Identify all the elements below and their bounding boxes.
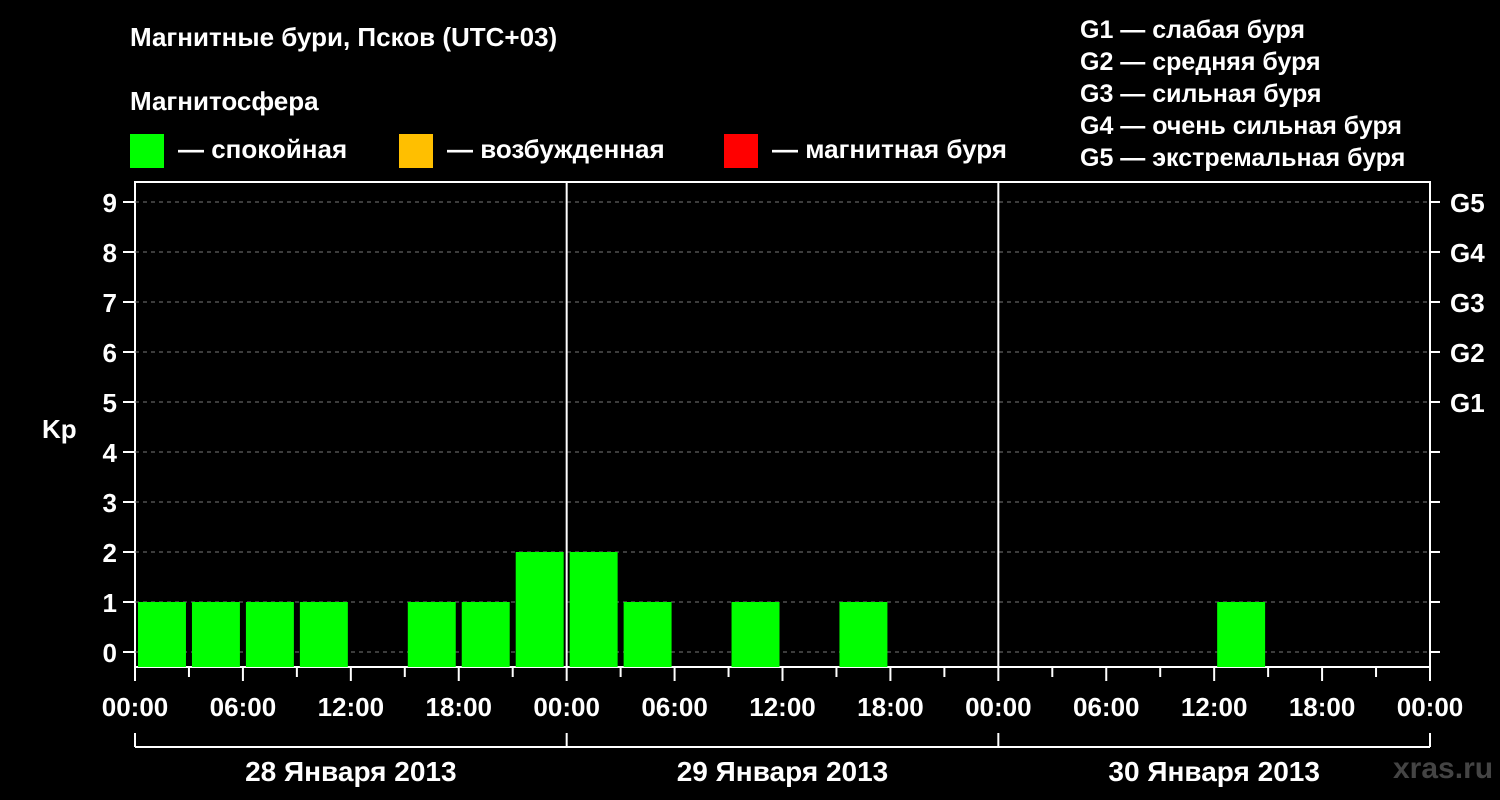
day-label: 28 Января 2013 (245, 756, 457, 787)
g-tick-label: G1 (1450, 388, 1485, 418)
kp-bar (515, 552, 564, 667)
x-tick-label: 18:00 (1289, 692, 1356, 722)
kp-bar (731, 602, 780, 667)
y-axis-label: Kp (42, 414, 77, 444)
y-tick-label: 4 (103, 438, 118, 468)
kp-bar (839, 602, 888, 667)
kp-bar (569, 552, 618, 667)
y-tick-label: 7 (103, 288, 117, 318)
kp-bar (1217, 602, 1266, 667)
plot-frame (134, 181, 1431, 668)
kp-bar (191, 602, 240, 667)
x-tick-label: 00:00 (1397, 692, 1464, 722)
y-tick-label: 5 (103, 388, 117, 418)
y-tick-label: 3 (103, 488, 117, 518)
y-tick-label: 0 (103, 638, 117, 668)
g-tick-label: G2 (1450, 338, 1485, 368)
day-label: 29 Января 2013 (677, 756, 889, 787)
x-tick-label: 00:00 (965, 692, 1032, 722)
x-tick-label: 12:00 (749, 692, 816, 722)
kp-bar (245, 602, 294, 667)
g-tick-label: G5 (1450, 188, 1485, 218)
kp-bar (407, 602, 456, 667)
kp-bar (461, 602, 510, 667)
x-tick-label: 18:00 (857, 692, 924, 722)
kp-bar (138, 602, 186, 667)
x-tick-label: 06:00 (210, 692, 277, 722)
kp-bar (299, 602, 348, 667)
x-tick-label: 12:00 (318, 692, 385, 722)
kp-bar (623, 602, 672, 667)
kp-chart: 0 1 2 3 4 5 6 7 8 9 G1 G2 G3 G4 G5 Kp 00:00 06:00 12:00 18:… (42, 181, 1485, 787)
y-tick-label: 9 (103, 188, 117, 218)
y-tick-label: 6 (103, 338, 117, 368)
y-tick-label: 1 (103, 588, 117, 618)
x-tick-label: 00:00 (533, 692, 600, 722)
x-tick-label: 12:00 (1181, 692, 1248, 722)
day-label: 30 Января 2013 (1108, 756, 1320, 787)
g-tick-label: G4 (1450, 238, 1485, 268)
x-tick-label: 00:00 (102, 692, 169, 722)
x-tick-label: 06:00 (1073, 692, 1140, 722)
x-tick-label: 18:00 (426, 692, 493, 722)
x-tick-label: 06:00 (641, 692, 708, 722)
g-tick-label: G3 (1450, 288, 1485, 318)
y-tick-label: 8 (103, 238, 117, 268)
y-tick-label: 2 (103, 538, 117, 568)
watermark: xras.ru (1393, 752, 1494, 785)
